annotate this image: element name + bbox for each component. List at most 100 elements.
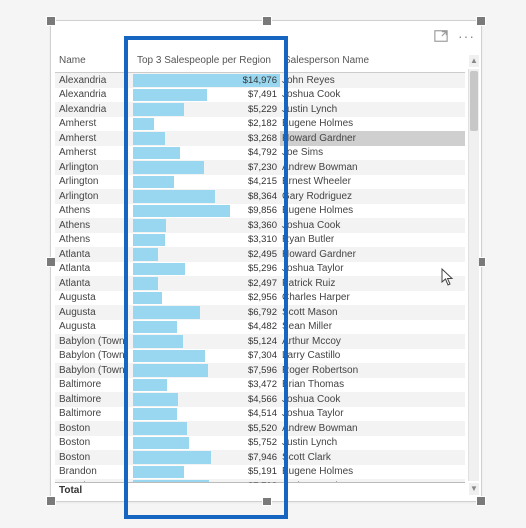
- data-bar: [133, 451, 211, 464]
- data-bar: [133, 103, 184, 116]
- resize-handle[interactable]: [46, 16, 56, 26]
- value-label: $5,296: [248, 263, 277, 274]
- value-cell: $5,229: [133, 102, 280, 117]
- value-cell: $7,491: [133, 88, 280, 103]
- table-row[interactable]: Augusta$2,956Charles Harper: [55, 291, 465, 306]
- column-header-measure[interactable]: Top 3 Salespeople per Region: [133, 51, 280, 73]
- data-bar: [133, 335, 183, 348]
- data-bar: [133, 176, 174, 189]
- value-cell: $2,497: [133, 276, 280, 291]
- table-row[interactable]: Amherst$4,792Joe Sims: [55, 146, 465, 161]
- table-row[interactable]: Arlington$8,364Gary Rodriguez: [55, 189, 465, 204]
- value-label: $14,976: [243, 75, 277, 86]
- value-cell: $5,124: [133, 334, 280, 349]
- name-cell: Boston: [55, 436, 133, 451]
- resize-handle[interactable]: [476, 496, 486, 506]
- table-row[interactable]: Boston$5,520Andrew Bowman: [55, 421, 465, 436]
- table-row[interactable]: Athens$9,856Eugene Holmes: [55, 204, 465, 219]
- table-row[interactable]: Alexandria$14,976John Reyes: [55, 73, 465, 88]
- scrollbar-track[interactable]: [468, 69, 479, 481]
- value-label: $5,229: [248, 104, 277, 115]
- value-label: $3,268: [248, 133, 277, 144]
- data-bar: [133, 350, 205, 363]
- salesperson-cell: Howard Gardner: [280, 247, 465, 262]
- value-label: $4,215: [248, 176, 277, 187]
- value-label: $7,946: [248, 452, 277, 463]
- value-cell: $5,296: [133, 262, 280, 277]
- value-cell: $8,364: [133, 189, 280, 204]
- table-row[interactable]: Arlington$4,215Ernest Wheeler: [55, 175, 465, 190]
- value-label: $5,191: [248, 466, 277, 477]
- name-cell: Augusta: [55, 291, 133, 306]
- data-bar: [133, 234, 165, 247]
- data-bar: [133, 364, 208, 377]
- table-row[interactable]: Atlanta$2,497Patrick Ruiz: [55, 276, 465, 291]
- salesperson-cell: Patrick Ruiz: [280, 276, 465, 291]
- name-cell: Babylon (Town): [55, 334, 133, 349]
- value-cell: $5,191: [133, 465, 280, 480]
- name-cell: Babylon (Town): [55, 349, 133, 364]
- table-row[interactable]: Brandon$5,191Eugene Holmes: [55, 465, 465, 480]
- table-row[interactable]: Boston$5,752Justin Lynch: [55, 436, 465, 451]
- table-row[interactable]: Augusta$4,482Sean Miller: [55, 320, 465, 335]
- value-label: $7,491: [248, 89, 277, 100]
- column-header-name[interactable]: Name: [55, 51, 133, 73]
- data-bar: [133, 321, 177, 334]
- value-label: $7,230: [248, 162, 277, 173]
- table-row[interactable]: Alexandria$7,491Joshua Cook: [55, 88, 465, 103]
- value-cell: $4,514: [133, 407, 280, 422]
- name-cell: Boston: [55, 421, 133, 436]
- data-bar: [133, 292, 162, 305]
- table-row[interactable]: Baltimore$3,472Brian Thomas: [55, 378, 465, 393]
- salesperson-cell: Andrew Bowman: [280, 160, 465, 175]
- more-options-icon[interactable]: ···: [458, 32, 475, 40]
- data-bar: [133, 118, 154, 131]
- value-cell: $5,752: [133, 436, 280, 451]
- salesperson-cell: Arthur Mccoy: [280, 334, 465, 349]
- salesperson-cell: Ernest Wheeler: [280, 175, 465, 190]
- focus-mode-icon[interactable]: [434, 29, 448, 43]
- data-bar: [133, 132, 165, 145]
- table-row[interactable]: Atlanta$2,495Howard Gardner: [55, 247, 465, 262]
- data-bar: [133, 422, 187, 435]
- table-row[interactable]: Babylon (Town)$5,124Arthur Mccoy: [55, 334, 465, 349]
- salesperson-cell: Eugene Holmes: [280, 204, 465, 219]
- table-row[interactable]: Arlington$7,230Andrew Bowman: [55, 160, 465, 175]
- salesperson-cell: Howard Gardner: [280, 131, 465, 146]
- value-label: $8,364: [248, 191, 277, 202]
- data-bar: [133, 466, 184, 479]
- data-bar: [133, 89, 207, 102]
- value-cell: $3,360: [133, 218, 280, 233]
- table-row[interactable]: Atlanta$5,296Joshua Taylor: [55, 262, 465, 277]
- table-visual[interactable]: ··· Name Top 3 Salespeople per Region Sa…: [50, 20, 482, 502]
- table-row[interactable]: Baltimore$4,514Joshua Taylor: [55, 407, 465, 422]
- salesperson-cell: Joshua Taylor: [280, 262, 465, 277]
- table-row[interactable]: Augusta$6,792Scott Mason: [55, 305, 465, 320]
- name-cell: Baltimore: [55, 407, 133, 422]
- column-header-person[interactable]: Salesperson Name: [280, 51, 465, 73]
- value-label: $2,497: [248, 278, 277, 289]
- table-row[interactable]: Boston$7,946Scott Clark: [55, 450, 465, 465]
- table-scroll-area: Name Top 3 Salespeople per Region Salesp…: [55, 51, 465, 483]
- scroll-up-arrow[interactable]: ▲: [469, 55, 479, 67]
- table-row[interactable]: Baltimore$4,566Joshua Cook: [55, 392, 465, 407]
- scrollbar-thumb[interactable]: [470, 71, 478, 131]
- table-row[interactable]: Babylon (Town)$7,596Roger Robertson: [55, 363, 465, 378]
- scroll-down-arrow[interactable]: ▼: [469, 483, 479, 495]
- resize-handle[interactable]: [476, 16, 486, 26]
- table-row[interactable]: Alexandria$5,229Justin Lynch: [55, 102, 465, 117]
- resize-handle[interactable]: [262, 16, 272, 26]
- name-cell: Baltimore: [55, 378, 133, 393]
- table-row[interactable]: Babylon (Town)$7,304Larry Castillo: [55, 349, 465, 364]
- table-row[interactable]: Athens$3,310Ryan Butler: [55, 233, 465, 248]
- salesperson-cell: Larry Castillo: [280, 349, 465, 364]
- value-cell: $7,946: [133, 450, 280, 465]
- name-cell: Augusta: [55, 320, 133, 335]
- data-bar: [133, 277, 158, 290]
- table-row[interactable]: Amherst$3,268Howard Gardner: [55, 131, 465, 146]
- value-label: $3,310: [248, 234, 277, 245]
- salesperson-cell: John Reyes: [280, 73, 465, 88]
- table-row[interactable]: Amherst$2,182Eugene Holmes: [55, 117, 465, 132]
- table-row[interactable]: Athens$3,360Joshua Cook: [55, 218, 465, 233]
- value-label: $2,495: [248, 249, 277, 260]
